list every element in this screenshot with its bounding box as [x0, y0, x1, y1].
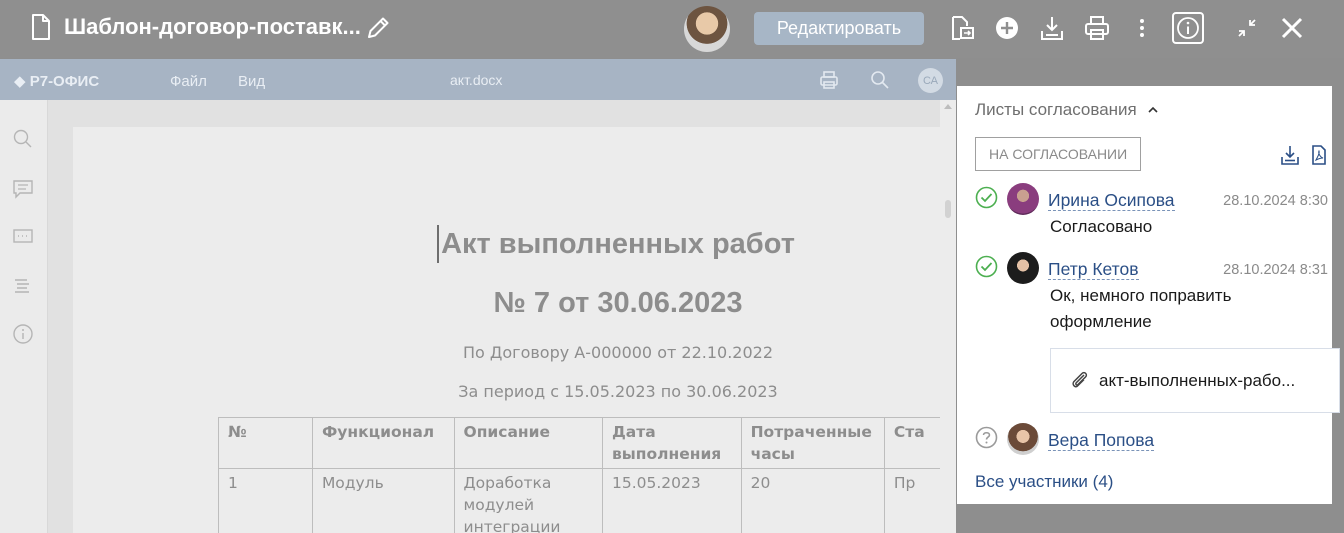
table-header: Дата выполнения [601, 417, 742, 469]
top-bar: Шаблон-договор-поставк... Редактировать [0, 0, 1344, 58]
comment-icon[interactable] [12, 178, 34, 200]
table-cell: Пр [883, 468, 944, 533]
table-header: Описание [453, 417, 603, 469]
scroll-up-arrow[interactable] [944, 104, 952, 109]
approval-panel-title[interactable]: Листы согласования [975, 100, 1159, 120]
table-row: 1 Модуль Доработка модулей интеграции 15… [218, 468, 944, 533]
editor-scrollbar[interactable] [940, 100, 956, 533]
chat-icon[interactable] [12, 226, 34, 248]
table-header: Потраченные часы [740, 417, 885, 469]
table-cell: 20 [740, 468, 885, 533]
avatar [1007, 183, 1039, 215]
menu-file[interactable]: Файл [170, 73, 207, 90]
paperclip-icon [1072, 371, 1088, 388]
logo-icon: ◆ [14, 73, 26, 90]
pencil-icon[interactable] [364, 14, 392, 42]
scroll-thumb[interactable] [945, 200, 951, 218]
chevron-up-icon [1147, 106, 1158, 113]
editor-header: ◆ Р7-ОФИС Файл Вид акт.docx СА [0, 59, 956, 100]
print-icon[interactable] [1083, 14, 1111, 42]
attachment-card[interactable]: акт-выполненных-рабо... [1050, 348, 1340, 413]
table-cell: Модуль [311, 468, 455, 533]
approved-check-icon [975, 255, 998, 278]
document-editor: ◆ Р7-ОФИС Файл Вид акт.docx СА Акт выпол… [0, 59, 956, 533]
file-move-icon[interactable] [948, 14, 976, 42]
approver-name[interactable]: Вера Попова [1048, 430, 1155, 451]
pending-question-icon [975, 426, 998, 449]
acts-table: № Функционал Описание Дата выполнения По… [218, 417, 944, 533]
attachment-name: акт-выполненных-рабо... [1099, 371, 1296, 390]
table-header: Ста [883, 417, 944, 469]
search-icon[interactable] [869, 69, 891, 91]
editor-logo: ◆ Р7-ОФИС [14, 73, 100, 90]
approval-comment: Ок, немного поправить оформление [1050, 286, 1232, 331]
pdf-icon[interactable] [1308, 144, 1330, 166]
editor-filename: акт.docx [450, 72, 503, 88]
close-icon[interactable] [1278, 14, 1306, 42]
approval-status-badge[interactable]: НА СОГЛАСОВАНИИ [975, 137, 1142, 171]
table-cell: 15.05.2023 [601, 468, 742, 533]
edit-button[interactable]: Редактировать [754, 12, 924, 45]
approver-name[interactable]: Петр Кетов [1048, 259, 1139, 280]
menu-view[interactable]: Вид [238, 73, 265, 90]
document-canvas[interactable]: Акт выполненных работ № 7 от 30.06.2023 … [48, 100, 944, 533]
download-icon[interactable] [1038, 14, 1066, 42]
approver-name[interactable]: Ирина Осипова [1048, 190, 1175, 211]
collapse-icon[interactable] [1233, 14, 1261, 42]
table-cell: 1 [218, 468, 313, 533]
navigation-icon[interactable] [12, 275, 34, 297]
document-page[interactable]: Акт выполненных работ № 7 от 30.06.2023 … [73, 127, 944, 533]
table-cell: Доработка модулей интеграции [453, 468, 603, 533]
table-header: Функционал [311, 417, 455, 469]
file-icon [32, 14, 50, 40]
info-icon[interactable] [12, 323, 34, 345]
editor-user-avatar[interactable]: СА [918, 68, 943, 93]
all-participants-link[interactable]: Все участники (4) [975, 472, 1113, 492]
download-icon[interactable] [1279, 144, 1301, 166]
search-icon[interactable] [12, 128, 34, 150]
more-vertical-icon[interactable] [1128, 14, 1156, 42]
print-icon[interactable] [818, 69, 840, 91]
plus-circle-icon[interactable] [993, 14, 1021, 42]
approval-panel: Листы согласования НА СОГЛАСОВАНИИ Ирина… [957, 86, 1340, 504]
approval-date: 28.10.2024 8:30 [1223, 193, 1328, 209]
info-button[interactable] [1172, 12, 1204, 44]
table-header: № [218, 417, 313, 469]
approved-check-icon [975, 186, 998, 209]
document-title: Шаблон-договор-поставк... [64, 14, 361, 39]
avatar [1007, 423, 1039, 455]
table-header-row: № Функционал Описание Дата выполнения По… [218, 417, 944, 469]
editor-left-toolbar [0, 100, 48, 533]
approval-date: 28.10.2024 8:31 [1223, 262, 1328, 278]
info-icon [1177, 17, 1199, 39]
approval-comment: Согласовано [1050, 217, 1153, 236]
avatar [1007, 252, 1039, 284]
user-avatar[interactable] [684, 6, 730, 52]
